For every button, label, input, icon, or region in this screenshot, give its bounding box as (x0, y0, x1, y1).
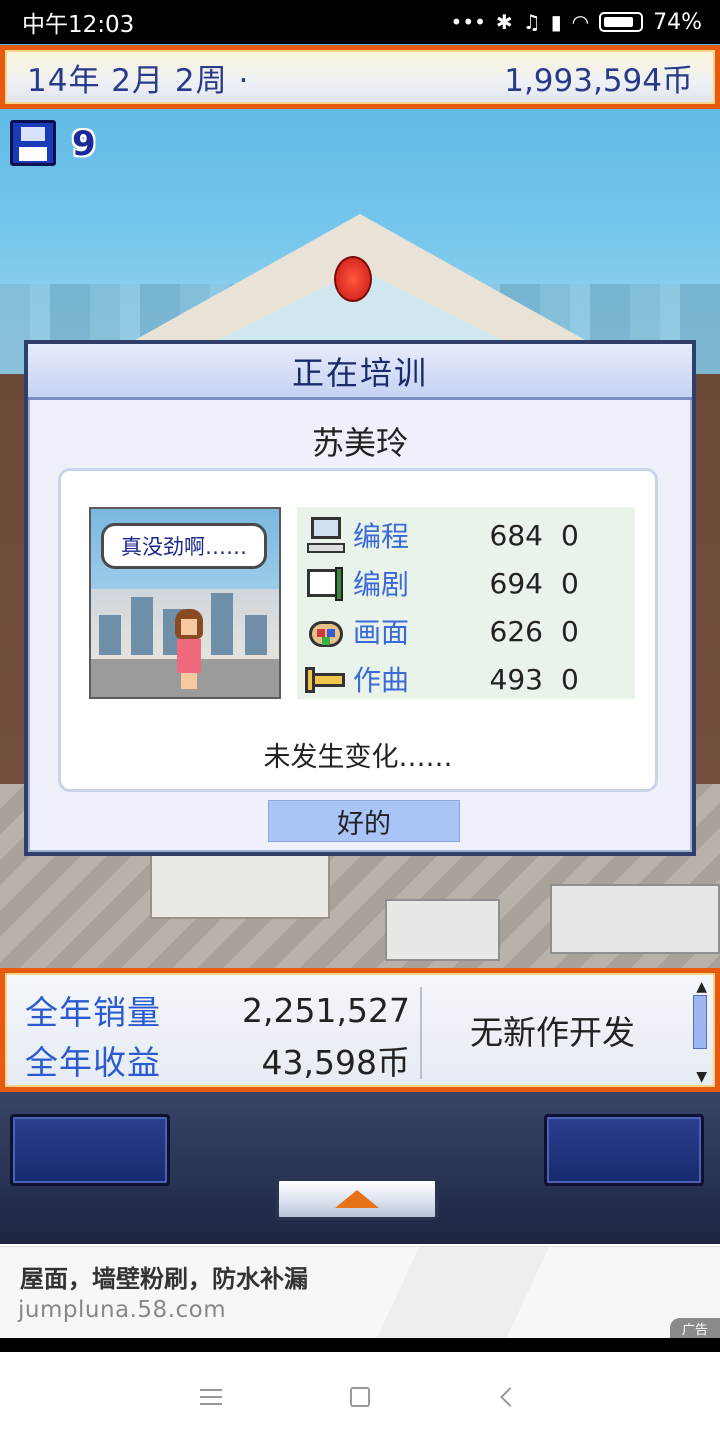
status-icons: ••• ✱ ♫ ▮ ◠ 74% (451, 10, 702, 35)
control-panel (0, 1092, 720, 1244)
floppy-disk-icon[interactable] (10, 120, 56, 166)
skill-stats: 编程 684 0 编剧 694 0 画面 626 0 作曲 493 0 (297, 507, 635, 699)
ad-tag: 广告 (670, 1318, 720, 1338)
home-icon[interactable] (346, 1382, 374, 1412)
funds: 1,993,594币 (504, 62, 693, 99)
scroll-up-icon[interactable]: ▲ (696, 979, 707, 995)
stat-delta: 0 (561, 518, 579, 552)
stat-value: 684 (489, 518, 543, 552)
menu-icon[interactable] (196, 1382, 226, 1412)
employee-portrait: 真没劲啊…… (89, 507, 281, 699)
annual-sales-row: 全年销量 2,251,527 (25, 985, 410, 1035)
annual-revenue-value: 43,598币 (261, 1043, 410, 1082)
speech-bubble: 真没劲啊…… (101, 523, 267, 569)
battery-icon (599, 12, 644, 32)
scrollbar[interactable] (693, 995, 707, 1049)
stat-label: 编程 (353, 520, 410, 553)
red-lantern (334, 256, 372, 302)
stat-delta: 0 (561, 614, 579, 648)
stat-label: 画面 (353, 616, 410, 649)
scroll-down-icon[interactable]: ▼ (696, 1069, 707, 1085)
wifi-icon: ◠ (571, 10, 590, 34)
annual-revenue-row: 全年收益 43,598币 (25, 1035, 410, 1085)
separator-strip (0, 1338, 720, 1352)
news-ticker[interactable]: 无新作开发 (430, 973, 675, 1087)
employee-name: 苏美玲 (311, 424, 408, 462)
employee-sprite (171, 609, 207, 689)
stat-row-scenario: 编剧 694 0 (297, 559, 635, 607)
office-shelf (385, 899, 500, 961)
stat-value: 626 (489, 614, 543, 648)
menu-toggle-button[interactable] (276, 1178, 438, 1220)
training-panel: 真没劲啊…… 编程 684 0 编剧 694 0 画面 626 0 作曲 493… (58, 468, 658, 792)
annual-sales-label: 全年销量 (25, 993, 161, 1032)
battery-percent: 74% (653, 9, 702, 35)
signal-icon: ▮ (550, 10, 562, 34)
stat-row-music: 作曲 493 0 (297, 655, 635, 703)
stat-label: 编剧 (353, 568, 410, 601)
annual-revenue-label: 全年收益 (25, 1043, 161, 1082)
training-dialog: 正在培训 苏美玲 真没劲啊…… 编程 684 0 编剧 694 0 画面 626… (24, 340, 696, 856)
more-dots-icon: ••• (450, 10, 486, 34)
divider (420, 987, 422, 1079)
game-date: 14年 2月 2周 · (27, 62, 250, 99)
office-shelf (550, 884, 720, 954)
navigation-bar (0, 1352, 720, 1440)
script-book-icon (305, 563, 347, 603)
ad-url: jumpluna.58.com (18, 1297, 227, 1323)
stat-label: 作曲 (353, 664, 410, 697)
paint-palette-icon (305, 611, 347, 651)
stat-delta: 0 (561, 566, 579, 600)
save-count: 9 (72, 124, 96, 164)
annual-sales-value: 2,251,527 (242, 990, 410, 1030)
ad-title: 屋面，墙壁粉刷，防水补漏 (20, 1265, 308, 1293)
computer-icon (305, 515, 347, 555)
trumpet-icon (305, 659, 347, 699)
dialog-title: 正在培训 (28, 344, 692, 400)
back-icon[interactable] (496, 1382, 524, 1412)
ok-button[interactable]: 好的 (268, 800, 460, 842)
stat-value: 694 (489, 566, 543, 600)
mute-alarm-icon: ♫ (522, 10, 541, 34)
status-bar: 中午12:03 ••• ✱ ♫ ▮ ◠ 74% (0, 0, 720, 44)
stat-value: 493 (489, 662, 543, 696)
bluetooth-icon: ✱ (495, 10, 513, 34)
top-info-bar: 14年 2月 2周 · 1,993,594币 (0, 45, 720, 109)
left-panel-button[interactable] (10, 1114, 170, 1186)
sales-info-bar: 全年销量 2,251,527 全年收益 43,598币 无新作开发 ▲ ▼ (0, 968, 720, 1092)
ad-banner[interactable]: 屋面，墙壁粉刷，防水补漏 jumpluna.58.com 广告 (0, 1246, 720, 1338)
arrow-up-icon (335, 1190, 379, 1208)
stat-row-programming: 编程 684 0 (297, 511, 635, 559)
stat-delta: 0 (561, 662, 579, 696)
training-result: 未发生变化…… (263, 742, 453, 773)
stat-row-graphics: 画面 626 0 (297, 607, 635, 655)
clock: 中午12:03 (22, 12, 135, 38)
right-panel-button[interactable] (544, 1114, 704, 1186)
